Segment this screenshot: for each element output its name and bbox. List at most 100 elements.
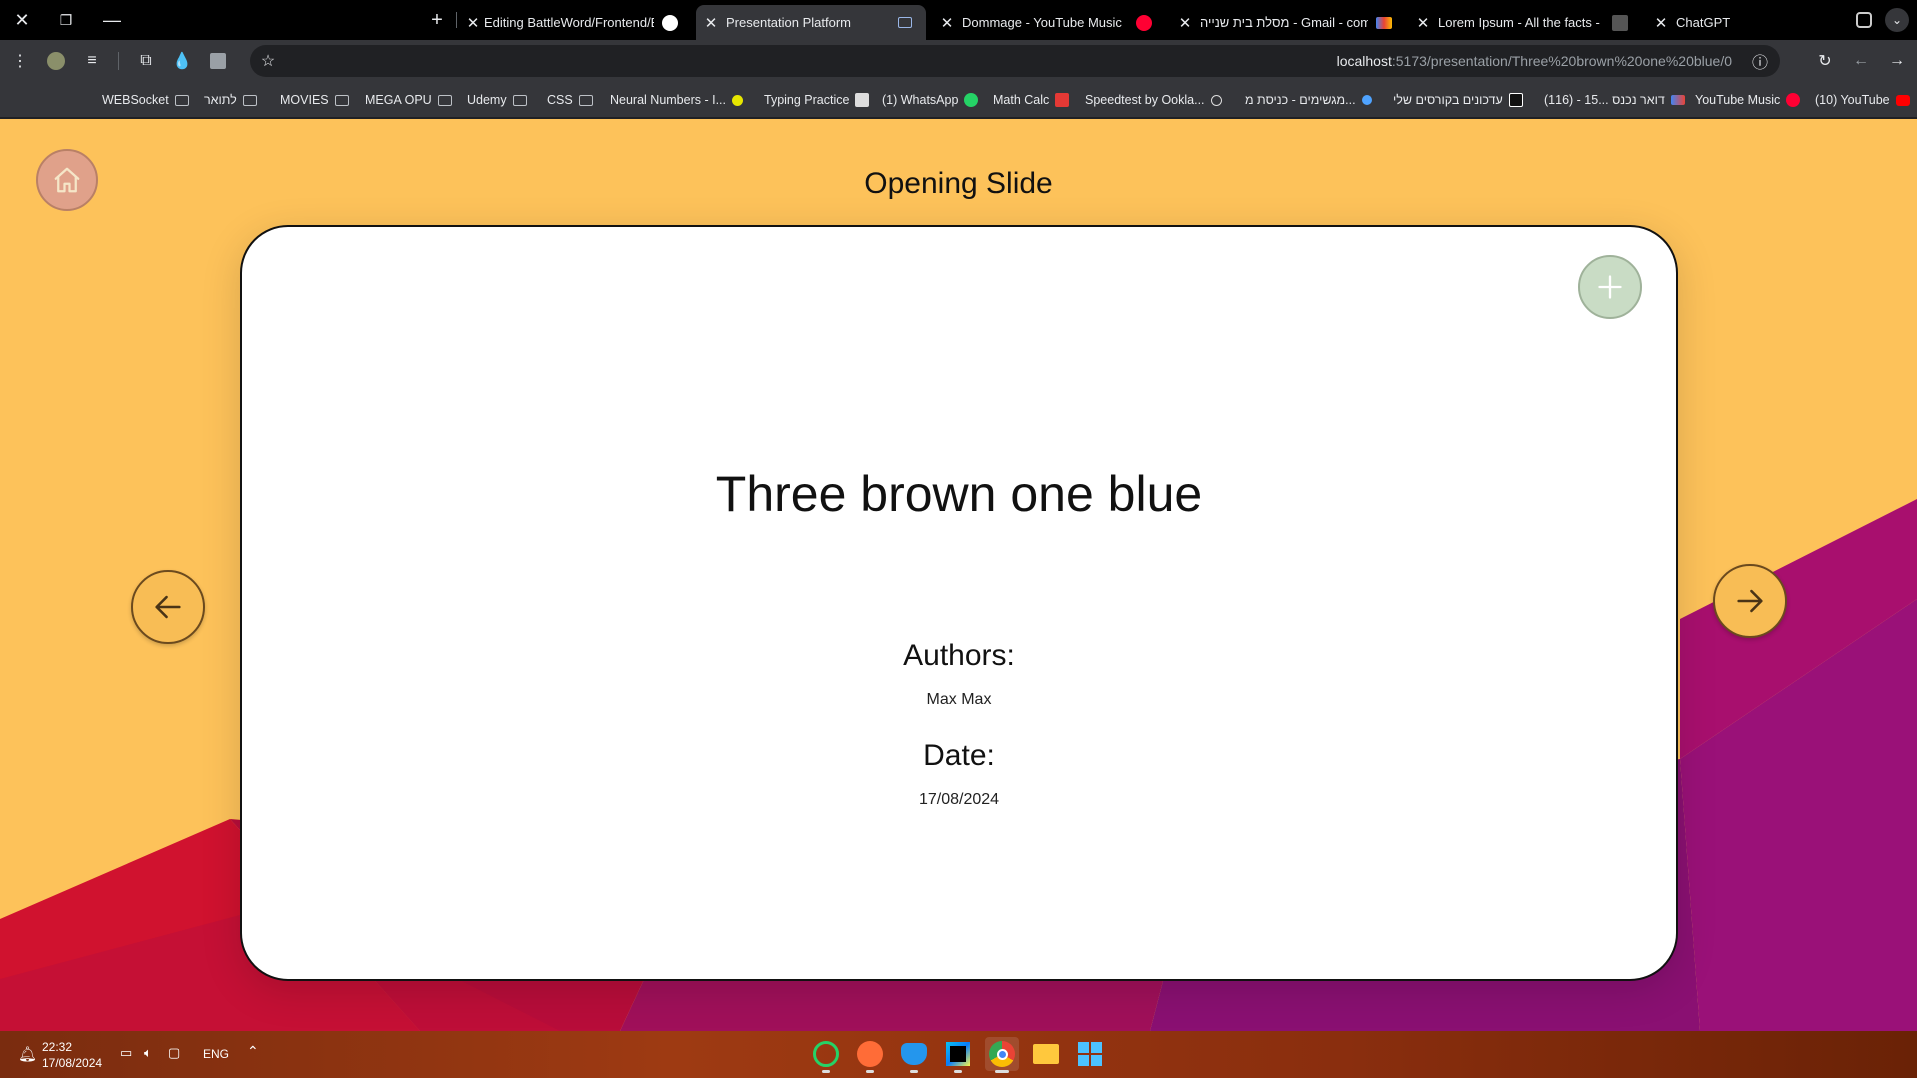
presentation-title: Three brown one blue: [715, 466, 1203, 522]
tab-chatgpt[interactable]: ✕ ChatGPT: [1650, 5, 1810, 40]
notification-bell-icon[interactable]: 🔔︎: [18, 1045, 37, 1063]
folder-icon: [512, 94, 527, 106]
close-tab-icon[interactable]: ✕: [1650, 14, 1672, 32]
previous-slide-button[interactable]: [131, 570, 205, 644]
bookmark-math-calc[interactable]: Math Calc: [993, 90, 1070, 110]
close-tab-icon[interactable]: ✕: [700, 14, 722, 32]
new-tab-button[interactable]: +: [415, 0, 459, 40]
reload-icon[interactable]: ↻: [1813, 49, 1837, 73]
extension-avatar-icon[interactable]: [44, 49, 68, 73]
language-indicator[interactable]: ENG: [203, 1047, 229, 1061]
battery-icon[interactable]: ▭: [120, 1045, 132, 1061]
clock[interactable]: 22:32 17/08/2024: [42, 1039, 102, 1071]
browser-toolbar: ⋮ ≡ ⧉ 💧 ☆ localhost:5173/presentation/Th…: [0, 40, 1917, 82]
back-arrow-icon[interactable]: ←: [1849, 49, 1873, 73]
url-text[interactable]: localhost:5173/presentation/Three%20brow…: [1337, 53, 1732, 69]
close-tab-icon[interactable]: ✕: [462, 14, 484, 32]
chrome-app-icon[interactable]: [985, 1037, 1019, 1073]
menu-dots-icon[interactable]: ⋮: [8, 49, 32, 73]
folder-icon: [334, 94, 349, 106]
folder-icon: [242, 94, 257, 106]
windows-start-icon[interactable]: [1073, 1037, 1107, 1071]
tab-strip: ✕ ❐ — + ✕ Editing BattleWord/Frontend/B …: [0, 0, 1917, 40]
slide-card: Three brown one blue Authors: Max Max Da…: [240, 225, 1678, 981]
youtube-icon: [1895, 94, 1910, 106]
typing-practice-icon: [855, 93, 870, 107]
file-explorer-app-icon[interactable]: [1029, 1037, 1063, 1071]
bookmark-star-icon[interactable]: ☆: [256, 49, 280, 73]
bookmark-udemy[interactable]: Udemy: [467, 90, 527, 110]
date-value: 17/08/2024: [918, 791, 1000, 808]
tab-search-button[interactable]: ⌄: [1880, 0, 1914, 40]
date-label: Date:: [923, 739, 995, 772]
docker-app-icon[interactable]: [897, 1037, 931, 1073]
bookmark-typing-practice[interactable]: Typing Practice: [764, 90, 870, 110]
close-tab-icon[interactable]: ✕: [936, 14, 958, 32]
network-icon[interactable]: ▢: [168, 1045, 180, 1061]
taskbar: 🔔︎ 22:32 17/08/2024 ▭ 🔈︎ ▢ ENG ⌃: [0, 1031, 1917, 1078]
close-tab-icon[interactable]: ✕: [1412, 14, 1434, 32]
restore-window-icon[interactable]: ❐: [44, 0, 88, 40]
whatsapp-icon: [964, 93, 979, 107]
tab-youtube-music[interactable]: ✕ Dommage - YouTube Music: [936, 5, 1162, 40]
bookmark-movies[interactable]: MOVIES: [280, 90, 349, 110]
bookmark-youtube[interactable]: (10) YouTube: [1815, 90, 1910, 110]
next-slide-button[interactable]: [1713, 564, 1787, 638]
cast-icon[interactable]: [898, 17, 912, 28]
site-info-icon[interactable]: ⓘ: [1748, 49, 1772, 73]
webstorm-app-icon[interactable]: [941, 1037, 975, 1073]
bookmark-speedtest[interactable]: Speedtest by Ookla...: [1085, 90, 1222, 110]
arrow-right-icon: [1737, 589, 1763, 613]
tray-overflow-chevron-icon[interactable]: ⌃: [247, 1043, 259, 1060]
speedtest-icon: [1210, 94, 1222, 106]
plus-icon: [1598, 275, 1622, 299]
bookmark-css[interactable]: CSS: [547, 90, 593, 110]
bookmark-degree[interactable]: לתואר: [204, 90, 257, 110]
authors-value: Max Max: [926, 691, 992, 708]
bookmark-course-updates[interactable]: עדכונים בקורסים שלי: [1393, 90, 1523, 110]
extensions-puzzle-icon[interactable]: ⧉: [134, 49, 158, 73]
clock-time: 22:32: [42, 1040, 73, 1054]
authors-label: Authors:: [903, 639, 1015, 672]
magshimim-icon: [1361, 95, 1372, 105]
folder-icon: [174, 94, 189, 106]
neural-numbers-icon: [732, 94, 744, 106]
gmail-icon: [1670, 95, 1685, 105]
media-control-icon[interactable]: ≡: [80, 49, 104, 73]
moodle-icon: [1508, 93, 1523, 107]
youtube-music-icon: [1136, 14, 1152, 31]
bookmark-websocket[interactable]: WEBSocket: [102, 90, 189, 110]
close-window-icon[interactable]: ✕: [0, 0, 44, 40]
tab-presentation-platform[interactable]: ✕ Presentation Platform: [696, 5, 926, 40]
address-bar[interactable]: ☆ localhost:5173/presentation/Three%20br…: [250, 45, 1780, 77]
postman-app-icon[interactable]: [853, 1037, 887, 1073]
gmail-icon: [1376, 16, 1392, 29]
bookmark-youtube-music[interactable]: YouTube Music: [1695, 90, 1801, 110]
tab-lorem-ipsum[interactable]: ✕ Lorem Ipsum - All the facts - Lip: [1412, 5, 1636, 40]
add-slide-button[interactable]: [1578, 255, 1642, 319]
folder-icon: [437, 94, 452, 106]
bookmark-manager-icon[interactable]: [206, 49, 230, 73]
page-viewport: Opening Slide Three brown one blue Autho…: [0, 119, 1917, 1031]
folder-icon: [578, 94, 593, 106]
bookmark-magshimim[interactable]: מגשימים - כניסת מ...: [1245, 90, 1372, 110]
arrow-left-icon: [155, 595, 181, 619]
tab-github[interactable]: ✕ Editing BattleWord/Frontend/B: [462, 5, 684, 40]
clock-date: 17/08/2024: [42, 1056, 103, 1070]
bookmark-neural-numbers[interactable]: Neural Numbers - I...: [610, 90, 744, 110]
youtube-music-icon: [1786, 93, 1801, 107]
tab-gmail[interactable]: ✕ מסלת בית שנייה - Gmail - com.: [1174, 5, 1400, 40]
slide-title: Opening Slide: [864, 167, 1053, 200]
bookmarks-bar: WEBSocket לתואר MOVIES MEGA OPU Udemy CS…: [0, 82, 1917, 118]
eyedropper-icon[interactable]: 💧: [170, 49, 194, 73]
forward-arrow-icon[interactable]: →: [1885, 49, 1909, 73]
close-tab-icon[interactable]: ✕: [1174, 14, 1196, 32]
bookmark-gmail-inbox[interactable]: (116) - 15... דואר נכנס: [1544, 90, 1685, 110]
volume-icon[interactable]: 🔈︎: [144, 1045, 152, 1061]
bookmark-whatsapp[interactable]: (1) WhatsApp: [882, 90, 979, 110]
bookmark-mega-opu[interactable]: MEGA OPU: [365, 90, 452, 110]
lipsum-icon: [1612, 14, 1628, 31]
whatsapp-app-icon[interactable]: [809, 1037, 843, 1073]
github-icon: [662, 14, 678, 31]
minimize-window-icon[interactable]: —: [90, 0, 134, 40]
